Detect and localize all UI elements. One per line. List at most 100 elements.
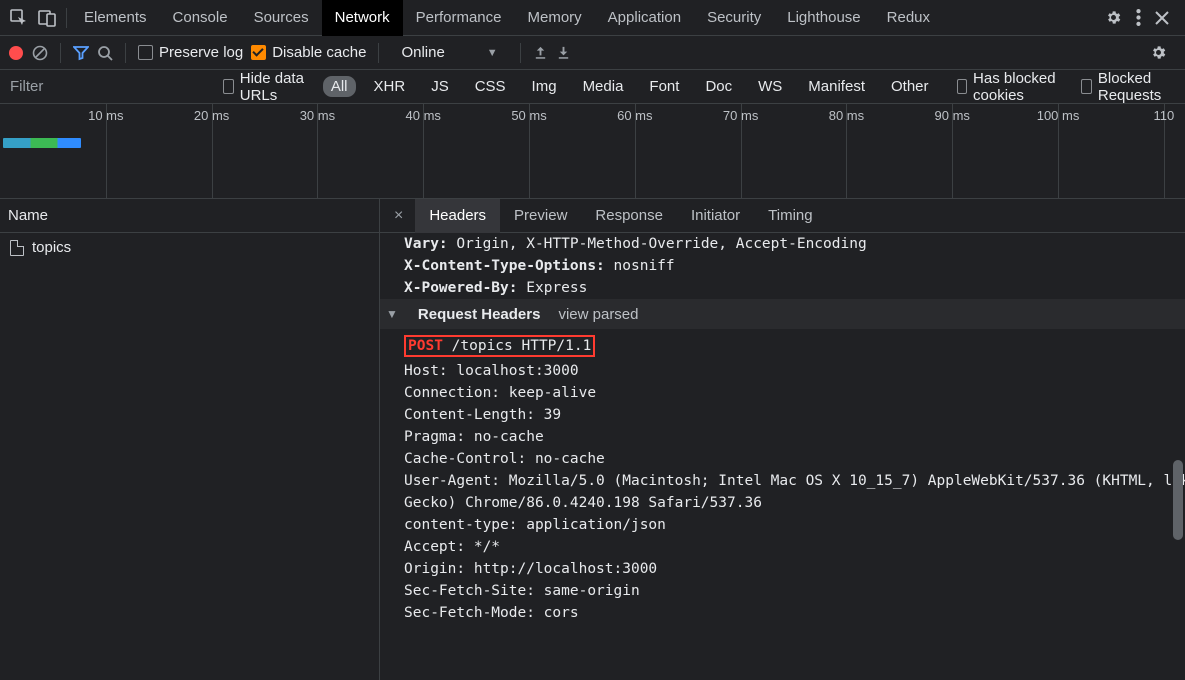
timeline-label: 40 ms [406,108,441,123]
gear-icon[interactable] [1105,9,1122,26]
filter-type-doc[interactable]: Doc [697,76,740,97]
tab-elements[interactable]: Elements [71,0,160,36]
timeline-label: 70 ms [723,108,758,123]
network-toolbar: Preserve log Disable cache Online ▼ [0,36,1185,70]
has-blocked-cookies-checkbox[interactable]: Has blocked cookies [957,70,1064,104]
separator [125,43,126,63]
tab-sources[interactable]: Sources [241,0,322,36]
filter-type-font[interactable]: Font [641,76,687,97]
request-header-line: Sec-Fetch-Mode: cors [380,602,1185,624]
blocked-requests-label: Blocked Requests [1098,70,1177,104]
detail-tab-timing[interactable]: Timing [754,199,826,233]
detail-tab-strip: × HeadersPreviewResponseInitiatorTiming [380,199,1185,233]
request-header-line: Gecko) Chrome/86.0.4240.198 Safari/537.3… [380,492,1185,514]
file-icon [10,240,24,256]
hide-data-urls-checkbox[interactable]: Hide data URLs [223,70,311,104]
download-har-icon[interactable] [556,45,571,60]
preserve-log-label: Preserve log [159,44,243,61]
separator [520,43,521,63]
filter-row: Hide data URLs All XHR JS CSS Img Media Font Do… [0,70,1185,104]
request-header-line: Pragma: no-cache [380,426,1185,448]
search-icon[interactable] [97,45,113,61]
filter-icon[interactable] [73,45,89,61]
close-detail-icon[interactable]: × [386,207,411,225]
request-header-line: Host: localhost:3000 [380,360,1185,382]
devtools-tab-strip: ElementsConsoleSourcesNetworkPerformance… [0,0,1185,36]
tab-console[interactable]: Console [160,0,241,36]
waterfall-bar [3,138,81,148]
request-line-highlight: POST /topics HTTP/1.1 [404,335,595,357]
timeline-label: 10 ms [88,108,123,123]
clear-icon[interactable] [32,45,48,61]
request-header-line: Cache-Control: no-cache [380,448,1185,470]
has-blocked-cookies-label: Has blocked cookies [973,70,1063,104]
response-header-line: X-Powered-By: Express [380,277,1185,299]
timeline-label: 90 ms [935,108,970,123]
filter-type-other[interactable]: Other [883,76,937,97]
waterfall-timeline[interactable]: 10 ms 20 ms 30 ms 40 ms 50 ms 60 ms 70 ms 80 ms… [0,104,1185,199]
disable-cache-checkbox[interactable]: Disable cache [251,44,366,61]
request-detail-pane: × HeadersPreviewResponseInitiatorTiming … [380,199,1185,680]
request-name-pane: Name topics [0,199,380,680]
tab-security[interactable]: Security [694,0,774,36]
filter-type-xhr[interactable]: XHR [366,76,414,97]
inspect-element-icon[interactable] [10,9,28,27]
timeline-label: 30 ms [300,108,335,123]
timeline-label: 20 ms [194,108,229,123]
request-row[interactable]: topics [0,233,379,262]
filter-input[interactable] [8,75,211,99]
request-header-line: Connection: keep-alive [380,382,1185,404]
response-header-line: Vary: Origin, X-HTTP-Method-Override, Ac… [380,233,1185,255]
upload-har-icon[interactable] [533,45,548,60]
tab-redux[interactable]: Redux [874,0,943,36]
filter-type-img[interactable]: Img [524,76,565,97]
timeline-label: 50 ms [511,108,546,123]
throttling-select[interactable]: Online ▼ [391,44,507,61]
separator [66,8,67,28]
request-headers-section[interactable]: ▼Request Headersview parsed [380,299,1185,329]
view-parsed-link[interactable]: view parsed [558,306,638,323]
request-header-line: Content-Length: 39 [380,404,1185,426]
section-title: Request Headers [418,306,541,323]
record-icon[interactable] [8,45,24,61]
filter-type-manifest[interactable]: Manifest [800,76,873,97]
filter-type-ws[interactable]: WS [750,76,790,97]
request-name: topics [32,239,71,256]
request-header-line: content-type: application/json [380,514,1185,536]
scrollbar-thumb[interactable] [1173,460,1183,540]
blocked-requests-checkbox[interactable]: Blocked Requests [1081,70,1177,104]
filter-type-all[interactable]: All [323,76,356,97]
tab-lighthouse[interactable]: Lighthouse [774,0,873,36]
preserve-log-checkbox[interactable]: Preserve log [138,44,243,61]
tab-memory[interactable]: Memory [515,0,595,36]
name-column-header[interactable]: Name [0,199,379,233]
request-header-line: Sec-Fetch-Site: same-origin [380,580,1185,602]
chevron-down-icon: ▼ [487,47,498,59]
request-header-line: Origin: http://localhost:3000 [380,558,1185,580]
filter-type-media[interactable]: Media [575,76,632,97]
request-header-line: User-Agent: Mozilla/5.0 (Macintosh; Inte… [380,470,1185,492]
filter-type-js[interactable]: JS [423,76,457,97]
device-toolbar-icon[interactable] [38,9,56,27]
tab-performance[interactable]: Performance [403,0,515,36]
request-header-line: Accept: */* [380,536,1185,558]
response-header-line: X-Content-Type-Options: nosniff [380,255,1185,277]
gear-icon[interactable] [1150,44,1167,61]
detail-tab-initiator[interactable]: Initiator [677,199,754,233]
close-icon[interactable] [1155,11,1169,25]
hide-data-urls-label: Hide data URLs [240,70,311,104]
timeline-label: 100 ms [1037,108,1080,123]
detail-tab-preview[interactable]: Preview [500,199,581,233]
tab-network[interactable]: Network [322,0,403,36]
headers-body[interactable]: Vary: Origin, X-HTTP-Method-Override, Ac… [380,233,1185,680]
disable-cache-label: Disable cache [272,44,366,61]
separator [60,43,61,63]
detail-tab-headers[interactable]: Headers [415,199,500,233]
filter-type-css[interactable]: CSS [467,76,514,97]
kebab-menu-icon[interactable] [1136,9,1141,26]
detail-tab-response[interactable]: Response [581,199,677,233]
timeline-label: 80 ms [829,108,864,123]
tab-application[interactable]: Application [595,0,694,36]
separator [378,43,379,63]
timeline-label: 60 ms [617,108,652,123]
